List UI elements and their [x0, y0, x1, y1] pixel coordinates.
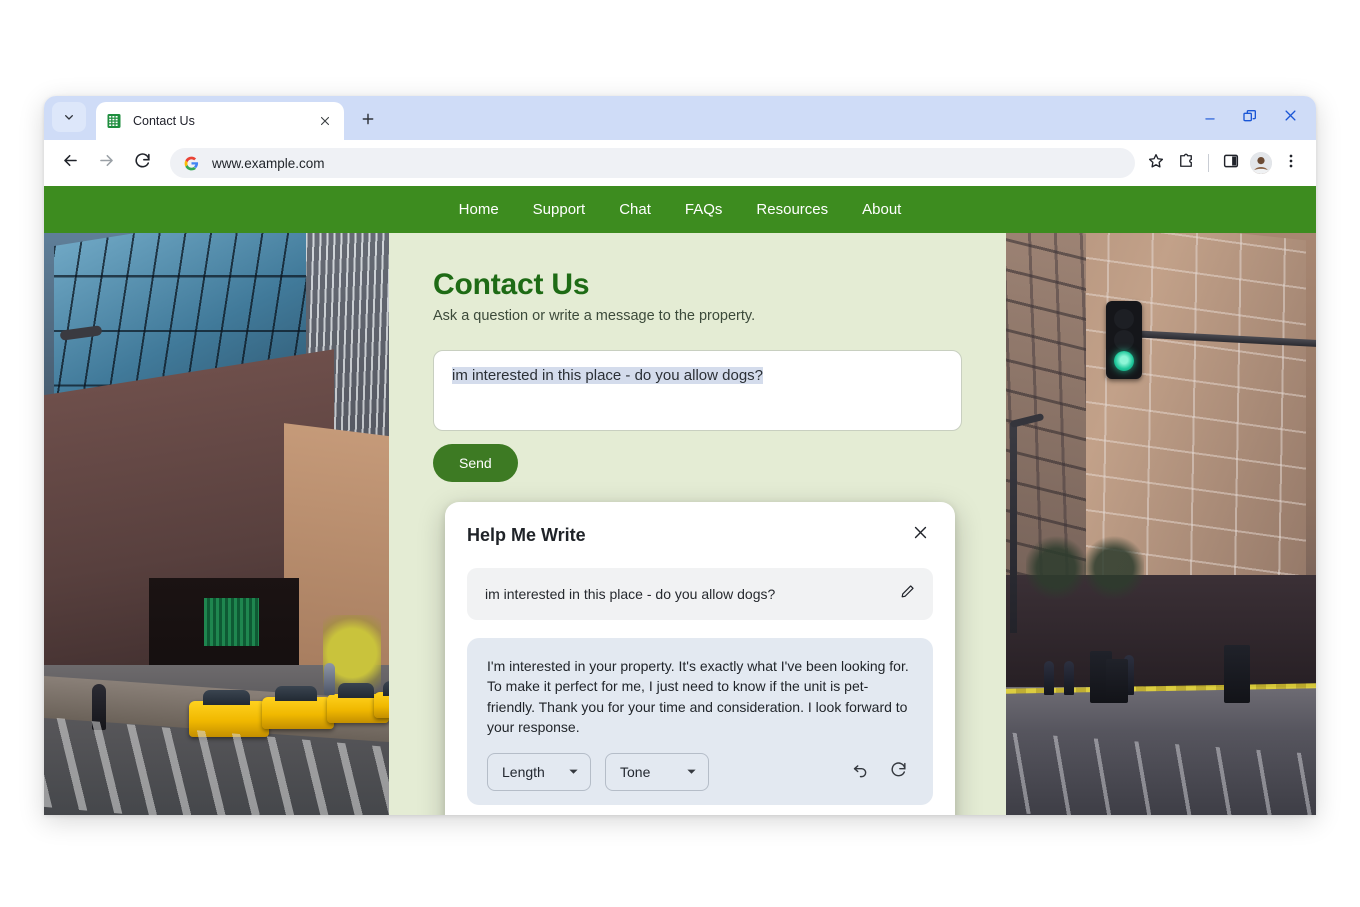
- generated-text: I'm interested in your property. It's ex…: [487, 658, 909, 735]
- page-viewport: Home Support Chat FAQs Resources About C…: [44, 186, 1316, 815]
- nav-link-chat[interactable]: Chat: [619, 201, 651, 218]
- undo-icon: [851, 760, 870, 784]
- help-me-write-dialog: Help Me Write im interested in this plac…: [445, 502, 955, 815]
- prompt-row[interactable]: im interested in this place - do you all…: [467, 568, 933, 620]
- nav-link-resources[interactable]: Resources: [756, 201, 828, 218]
- reload-icon: [133, 151, 152, 175]
- google-g-icon: [182, 154, 200, 172]
- send-button[interactable]: Send: [433, 444, 518, 482]
- tab-search-button[interactable]: [52, 102, 86, 132]
- bookmark-button[interactable]: [1141, 148, 1171, 178]
- tab-close-icon[interactable]: [316, 112, 334, 130]
- window-controls: [1190, 96, 1310, 140]
- minimize-button[interactable]: [1190, 96, 1230, 140]
- dialog-title: Help Me Write: [467, 524, 586, 545]
- nav-link-support[interactable]: Support: [533, 201, 586, 218]
- profile-avatar: [1250, 152, 1272, 174]
- chevron-down-icon: [568, 764, 579, 780]
- left-building-photo: [44, 233, 389, 815]
- arrow-forward-icon: [97, 151, 116, 175]
- page-subtitle: Ask a question or write a message to the…: [433, 308, 756, 324]
- close-icon: [912, 524, 929, 546]
- browser-toolbar: www.example.com: [44, 140, 1316, 186]
- tone-dropdown-label: Tone: [620, 764, 651, 781]
- minimize-icon: [1203, 109, 1217, 128]
- close-window-button[interactable]: [1270, 96, 1310, 140]
- message-input[interactable]: im interested in this place - do you all…: [433, 350, 962, 431]
- plus-icon: [360, 111, 376, 132]
- extensions-button[interactable]: [1171, 148, 1201, 178]
- green-grid-favicon-icon: [106, 113, 122, 129]
- profile-button[interactable]: [1246, 148, 1276, 178]
- close-icon: [1283, 108, 1298, 128]
- pencil-edit-icon: [899, 583, 916, 605]
- nav-link-faqs[interactable]: FAQs: [685, 201, 723, 218]
- help-me-write-header: Help Me Write: [467, 522, 933, 548]
- restore-button[interactable]: [1230, 96, 1270, 140]
- three-dot-menu-icon: [1282, 152, 1300, 175]
- refresh-icon: [889, 760, 908, 784]
- tone-dropdown[interactable]: Tone: [605, 753, 709, 792]
- star-icon: [1147, 152, 1165, 175]
- address-bar-url: www.example.com: [212, 155, 325, 171]
- nav-link-home[interactable]: Home: [459, 201, 499, 218]
- restore-icon: [1242, 108, 1258, 129]
- page-title: Contact Us: [433, 268, 590, 301]
- prompt-text: im interested in this place - do you all…: [485, 586, 776, 602]
- tab-strip: Contact Us: [44, 96, 1316, 140]
- arrow-back-icon: [61, 151, 80, 175]
- edit-prompt-button[interactable]: [895, 582, 919, 606]
- refresh-button[interactable]: [883, 757, 913, 787]
- address-bar[interactable]: www.example.com: [170, 148, 1135, 178]
- new-tab-button[interactable]: [354, 107, 382, 135]
- generated-result-panel: I'm interested in your property. It's ex…: [467, 638, 933, 806]
- length-dropdown[interactable]: Length: [487, 753, 591, 792]
- message-input-value: im interested in this place - do you all…: [452, 367, 764, 384]
- dialog-close-button[interactable]: [907, 522, 933, 548]
- nav-link-about[interactable]: About: [862, 201, 901, 218]
- side-panel-button[interactable]: [1216, 148, 1246, 178]
- forward-button[interactable]: [90, 147, 122, 179]
- browser-menu-button[interactable]: [1276, 148, 1306, 178]
- tab-title: Contact Us: [133, 114, 195, 128]
- browser-window: Contact Us www.example.com Home Support …: [44, 96, 1316, 815]
- extensions-puzzle-icon: [1177, 152, 1195, 175]
- undo-button[interactable]: [845, 757, 875, 787]
- reload-button[interactable]: [126, 147, 158, 179]
- site-navigation-bar: Home Support Chat FAQs Resources About: [44, 186, 1316, 233]
- right-street-photo: [1006, 233, 1316, 815]
- toolbar-divider: [1208, 154, 1209, 172]
- browser-tab[interactable]: Contact Us: [96, 102, 344, 140]
- result-controls: Length Tone: [487, 753, 913, 792]
- length-dropdown-label: Length: [502, 764, 545, 781]
- chevron-down-icon: [61, 109, 77, 125]
- side-panel-icon: [1222, 152, 1240, 175]
- chevron-down-icon: [686, 764, 697, 780]
- back-button[interactable]: [54, 147, 86, 179]
